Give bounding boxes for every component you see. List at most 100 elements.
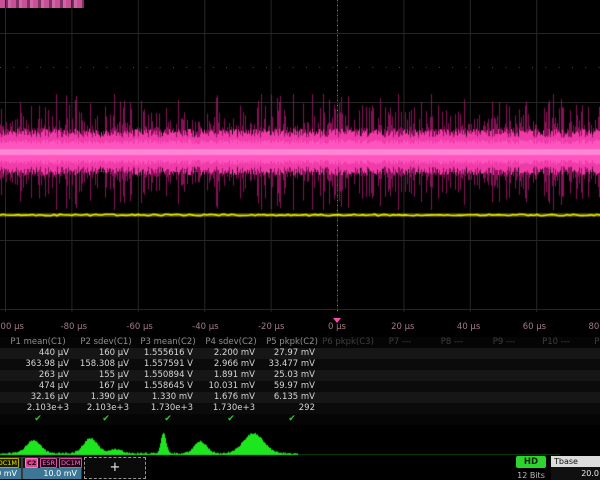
param-value [322,381,374,392]
param-value: 1.558645 V [136,381,200,392]
param-value: 2.966 mV [200,359,262,370]
trigger-position-marker [333,318,341,323]
measure-table[interactable]: P1 mean(C1)P2 sdev(C1)P3 mean(C2)P4 sdev… [0,337,600,425]
param-status-check [322,414,374,425]
param-value [322,348,374,359]
param-value [582,403,600,414]
param-value [426,348,478,359]
param-status-check: ✔ [136,414,200,425]
param-value: 263 µV [0,370,76,381]
param-header: P2 sdev(C1) [76,337,136,348]
param-value: 363.98 µV [0,359,76,370]
param-header: P3 mean(C2) [136,337,200,348]
time-tick-label: -100 µs [0,322,24,332]
hd-bits-label: 12 Bits [514,471,548,480]
param-value: 2.103e+3 [76,403,136,414]
channel-c2-descriptor[interactable]: C2 ESR DC1M 10.0 mV [22,457,82,479]
param-value: 1.676 mV [200,392,262,403]
add-trace-button[interactable]: + [84,457,146,479]
param-value: 2.200 mV [200,348,262,359]
oscilloscope-screen: -100 µs-80 µs-60 µs-40 µs-20 µs0 µs20 µs… [0,0,600,480]
param-value: 155 µV [76,370,136,381]
param-value [582,381,600,392]
param-status-check: ✔ [76,414,136,425]
param-value: 167 µV [76,381,136,392]
param-header: P4 sdev(C2) [200,337,262,348]
param-value: 1.390 µV [76,392,136,403]
param-value [582,348,600,359]
timebase-value: 20.0 [551,467,600,478]
c2-channel-tag: C2 [25,458,38,468]
param-value: 6.135 mV [262,392,322,403]
param-value [374,348,426,359]
param-value: 1.550894 V [136,370,200,381]
param-status-check [478,414,530,425]
param-value [478,370,530,381]
param-value [426,370,478,381]
param-value: 474 µV [0,381,76,392]
param-value [478,359,530,370]
c1-coupling-badge: DC1M [0,458,19,468]
param-value [582,359,600,370]
param-header: P8 --- [426,337,478,348]
param-status-check: ✔ [200,414,262,425]
param-value [582,392,600,403]
param-value [530,381,582,392]
param-value: 1.330 mV [136,392,200,403]
param-value [530,370,582,381]
param-value [530,348,582,359]
timebase-title: Tbase [551,456,600,467]
param-status-check: ✔ [0,414,76,425]
param-value [374,359,426,370]
param-value [478,403,530,414]
time-tick-label: -60 µs [126,322,152,332]
param-value: 33.477 mV [262,359,322,370]
c1-vdiv-value: 0 mV [0,468,21,479]
time-tick-label: -40 µs [192,322,218,332]
param-header: P5 pkpk(C2) [262,337,322,348]
param-value [374,381,426,392]
time-tick-label: 60 µs [523,322,546,332]
timebase-descriptor[interactable]: Tbase 20.0 [551,456,600,480]
param-status-check [582,414,600,425]
param-header: P9 --- [478,337,530,348]
param-value [478,348,530,359]
param-header: P1 mean(C1) [0,337,76,348]
param-value [426,359,478,370]
param-value: 1.730e+3 [136,403,200,414]
param-value [426,381,478,392]
param-value [322,392,374,403]
param-value [374,370,426,381]
param-header: P7 --- [374,337,426,348]
param-value [478,381,530,392]
param-value: 292 [262,403,322,414]
param-value: 32.16 µV [0,392,76,403]
param-value [530,359,582,370]
param-header: P11 --- [582,337,600,348]
time-tick-label: 40 µs [457,322,480,332]
channel-c1-descriptor[interactable]: DC1M 0 mV [0,457,22,479]
param-value [478,392,530,403]
measurement-histogram [0,431,600,457]
param-value: 2.103e+3 [0,403,76,414]
param-status-check [374,414,426,425]
param-value: 27.97 mV [262,348,322,359]
param-value: 158.308 µV [76,359,136,370]
time-tick-label: 0 µs [328,322,346,332]
param-status-check [426,414,478,425]
param-header: P6 pkpk(C3) [322,337,374,348]
param-value: 10.031 mV [200,381,262,392]
param-value: 1.555616 V [136,348,200,359]
param-value [530,403,582,414]
time-axis: -100 µs-80 µs-60 µs-40 µs-20 µs0 µs20 µs… [0,318,600,336]
param-value [530,392,582,403]
c2-vdiv-value: 10.0 mV [23,468,81,479]
param-value [322,403,374,414]
param-value [322,370,374,381]
param-value: 25.03 mV [262,370,322,381]
param-value [322,359,374,370]
waveform-display[interactable] [0,0,600,318]
param-value [374,392,426,403]
hd-mode-badge[interactable]: HD [516,456,546,468]
param-value [426,392,478,403]
